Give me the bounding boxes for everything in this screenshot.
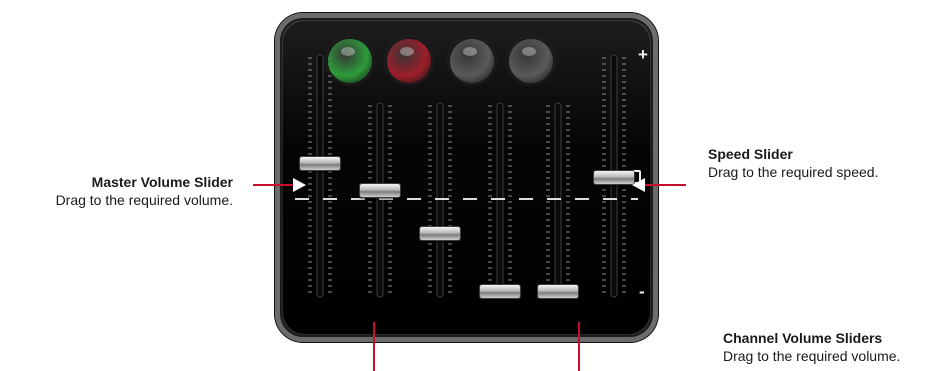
speed-slider-thumb[interactable] bbox=[594, 171, 634, 184]
speed-plus-mark: + bbox=[638, 45, 648, 64]
speed-callout: Speed Slider Drag to the required speed. bbox=[708, 145, 878, 181]
knob-green-icon[interactable] bbox=[328, 39, 372, 83]
callout-title: Master Volume Slider bbox=[91, 174, 233, 190]
speed-pointer-line bbox=[645, 184, 686, 186]
channel-pointer-line-left bbox=[373, 322, 375, 371]
slider-track bbox=[316, 54, 324, 298]
speed-minus-mark: - bbox=[639, 282, 645, 301]
callout-description: Drag to the required speed. bbox=[708, 164, 879, 180]
knob-highlight bbox=[463, 47, 477, 56]
knob-highlight bbox=[522, 47, 536, 56]
knob-gray-1-icon[interactable] bbox=[450, 39, 494, 83]
master-pointer-arrow-icon bbox=[293, 178, 306, 192]
channel-1-volume-slider-thumb[interactable] bbox=[360, 184, 400, 197]
speed-pointer-arrow-icon bbox=[632, 178, 645, 192]
knob-gray-2-icon[interactable] bbox=[509, 39, 553, 83]
knob-highlight bbox=[400, 47, 414, 56]
knob-red-icon[interactable] bbox=[387, 39, 431, 83]
channel-volume-callout: Channel Volume Sliders Drag to the requi… bbox=[723, 329, 900, 365]
channel-4-volume-slider-thumb[interactable] bbox=[538, 285, 578, 298]
master-volume-callout: Master Volume Slider Drag to the require… bbox=[56, 173, 233, 209]
callout-title: Channel Volume Sliders bbox=[723, 330, 883, 346]
callout-title: Speed Slider bbox=[708, 146, 793, 162]
knob-highlight bbox=[341, 47, 355, 56]
callout-description: Drag to the required volume. bbox=[55, 192, 233, 208]
callout-description: Drag to the required volume. bbox=[723, 348, 901, 364]
channel-pointer-line-right bbox=[578, 322, 580, 371]
channel-3-volume-slider-thumb[interactable] bbox=[480, 285, 520, 298]
channel-2-volume-slider-thumb[interactable] bbox=[420, 227, 460, 240]
master-pointer-line bbox=[253, 184, 293, 186]
master-volume-slider-thumb[interactable] bbox=[300, 157, 340, 170]
